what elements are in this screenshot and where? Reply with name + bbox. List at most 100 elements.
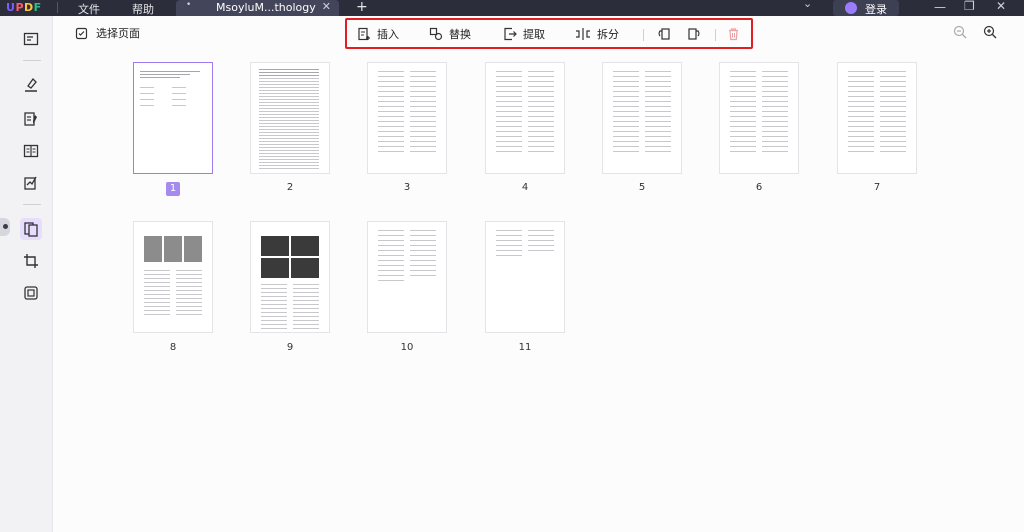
text-line <box>259 117 319 118</box>
text-line <box>645 96 671 97</box>
text-line <box>378 116 404 117</box>
text-line <box>730 106 756 107</box>
crop-button[interactable] <box>20 250 42 272</box>
text-line <box>848 111 874 112</box>
text-line <box>261 320 287 321</box>
page-thumbnail[interactable] <box>368 222 446 332</box>
close-window-button[interactable]: ✕ <box>996 0 1006 13</box>
text-line <box>378 245 404 246</box>
text-line <box>762 96 788 97</box>
text-line <box>880 96 906 97</box>
page-thumbnail[interactable] <box>251 222 329 332</box>
login-button[interactable]: 登录 <box>833 0 899 16</box>
text-line <box>613 106 639 107</box>
menu-file[interactable]: 文件 <box>78 1 100 17</box>
zoom-in-button[interactable] <box>983 24 997 43</box>
text-line <box>261 284 287 285</box>
text-line <box>259 156 319 157</box>
text-line <box>730 141 756 142</box>
page-thumbnail[interactable] <box>603 63 681 173</box>
text-line <box>259 147 319 148</box>
text-line <box>410 275 436 276</box>
page-thumbnail[interactable] <box>720 63 798 173</box>
text-line <box>176 314 202 315</box>
text-line <box>645 146 671 147</box>
tools-button[interactable] <box>20 282 42 304</box>
text-line <box>259 123 319 124</box>
page-thumbnail[interactable] <box>251 63 329 173</box>
text-line <box>528 111 554 112</box>
rotate-right-button[interactable] <box>687 25 701 43</box>
text-line <box>528 86 554 87</box>
page-thumbnail[interactable] <box>486 222 564 332</box>
text-line <box>378 121 404 122</box>
reader-mode-button[interactable] <box>20 28 42 50</box>
page-thumbnail[interactable] <box>134 222 212 332</box>
text-line <box>378 151 404 152</box>
text-line <box>176 278 202 279</box>
sidebar-collapse-handle[interactable] <box>0 218 10 236</box>
sign-button[interactable] <box>20 172 42 194</box>
page-number-label: 7 <box>873 182 881 193</box>
split-button[interactable]: 拆分 <box>575 25 619 43</box>
text-line <box>378 111 404 112</box>
text-line <box>880 121 906 122</box>
left-toolbar <box>14 16 50 532</box>
select-pages-button[interactable]: 选择页面 <box>75 25 140 41</box>
minimize-button[interactable]: — <box>934 0 946 14</box>
restore-button[interactable]: ❐ <box>964 0 975 13</box>
menu-help[interactable]: 帮助 <box>132 1 154 17</box>
login-label: 登录 <box>865 3 887 16</box>
comment-button[interactable] <box>20 74 42 96</box>
text-line <box>730 96 756 97</box>
text-line <box>378 76 404 77</box>
extract-label: 提取 <box>523 28 545 41</box>
zoom-in-icon <box>983 25 997 39</box>
text-line <box>259 96 319 97</box>
text-line <box>762 91 788 92</box>
page-number-label: 11 <box>518 342 532 353</box>
edit-pdf-button[interactable] <box>20 108 42 130</box>
text-line <box>259 120 319 121</box>
page-number-label: 4 <box>521 182 529 193</box>
text-line <box>730 136 756 137</box>
tools-icon <box>24 286 38 300</box>
text-line <box>730 86 756 87</box>
organize-pages-button[interactable] <box>20 218 42 240</box>
text-line <box>261 292 287 293</box>
rotate-left-button[interactable] <box>657 25 671 43</box>
text-line <box>259 141 319 142</box>
text-line <box>176 294 202 295</box>
form-button[interactable] <box>20 140 42 162</box>
document-tab[interactable]: • MsoyluM...thology ✕ <box>176 0 339 16</box>
text-line <box>410 96 436 97</box>
page-thumbnail[interactable] <box>486 63 564 173</box>
delete-button[interactable] <box>727 25 740 43</box>
tab-close-icon[interactable]: ✕ <box>322 0 331 13</box>
text-line <box>410 245 436 246</box>
text-line <box>378 81 404 82</box>
text-line <box>848 91 874 92</box>
text-line <box>496 151 522 152</box>
page-thumbnail[interactable] <box>368 63 446 173</box>
text-line <box>378 146 404 147</box>
text-line <box>293 308 319 309</box>
text-line <box>880 126 906 127</box>
zoom-out-button[interactable] <box>953 24 967 43</box>
page-thumbnail[interactable] <box>134 63 212 173</box>
text-line <box>378 255 404 256</box>
text-line <box>880 86 906 87</box>
new-tab-button[interactable]: + <box>356 0 368 15</box>
text-line <box>378 280 404 281</box>
text-line <box>613 116 639 117</box>
replace-button[interactable]: 替换 <box>429 25 471 43</box>
text-line <box>730 126 756 127</box>
page-thumbnail[interactable] <box>838 63 916 173</box>
chevron-down-icon[interactable]: ⌄ <box>803 0 812 10</box>
avatar <box>845 2 857 14</box>
insert-button[interactable]: 插入 <box>357 25 399 43</box>
replace-label: 替换 <box>449 28 471 41</box>
text-line <box>378 91 404 92</box>
text-line <box>259 144 319 145</box>
extract-button[interactable]: 提取 <box>503 25 545 43</box>
